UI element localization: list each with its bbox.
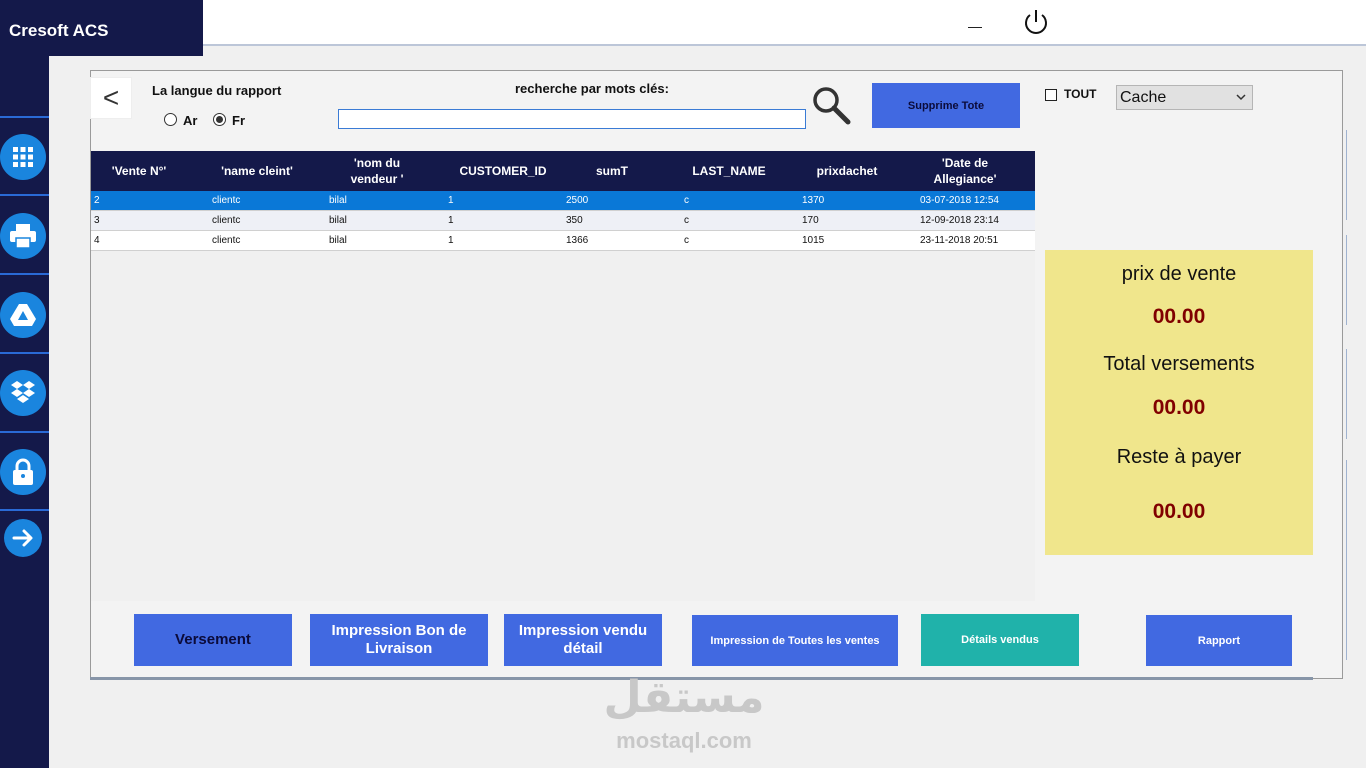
column-header[interactable]: 'nom du vendeur ' (335, 151, 419, 191)
search-input[interactable] (338, 109, 806, 129)
sidebar-divider (0, 273, 49, 275)
sidebar-divider (0, 194, 49, 196)
lang-radio-ar[interactable] (164, 113, 177, 126)
cell-last-name: c (684, 215, 689, 226)
all-checkbox-label: TOUT (1064, 87, 1097, 101)
lock-icon[interactable] (0, 449, 46, 495)
cell-vente: 3 (94, 215, 100, 226)
table-row[interactable]: 2 clientc bilal 1 2500 c 1370 03-07-2018… (91, 191, 1035, 211)
cell-customer-id: 1 (448, 195, 454, 206)
cell-prixdachet: 1370 (802, 195, 825, 206)
dropbox-icon[interactable] (0, 370, 46, 416)
power-icon[interactable] (1020, 6, 1052, 38)
table-row[interactable]: 3 clientc bilal 1 350 c 170 12-09-2018 2… (91, 211, 1035, 231)
apps-grid-icon[interactable] (0, 134, 46, 180)
cell-date: 12-09-2018 23:14 (920, 215, 999, 226)
watermark-arabic: مستقل (603, 672, 765, 723)
cell-last-name: c (684, 235, 689, 246)
cell-client: clientc (212, 195, 241, 206)
details-vendus-button[interactable]: Détails vendus (921, 614, 1079, 666)
cell-vente: 2 (94, 195, 100, 206)
back-button[interactable]: < (90, 77, 132, 119)
cell-date: 03-07-2018 12:54 (920, 195, 999, 206)
sidebar (0, 56, 49, 768)
sidebar-divider (0, 509, 49, 511)
cell-prixdachet: 1015 (802, 235, 825, 246)
cell-vente: 4 (94, 235, 100, 246)
reste-a-payer-value: 00.00 (1152, 500, 1206, 523)
minimize-button[interactable] (968, 18, 982, 28)
summary-panel: prix de vente 00.00 Total versements 00.… (1045, 250, 1313, 555)
cell-sumt: 1366 (566, 235, 589, 246)
cell-prixdachet: 170 (802, 215, 819, 226)
cell-client: clientc (212, 235, 241, 246)
search-label: recherche par mots clés: (515, 81, 669, 96)
cell-sumt: 350 (566, 215, 583, 226)
table-row[interactable]: 4 clientc bilal 1 1366 c 1015 23-11-2018… (91, 231, 1035, 251)
prix-vente-value: 00.00 (1152, 305, 1206, 328)
lang-radio-fr-label: Fr (232, 113, 245, 128)
total-versements-value: 00.00 (1152, 396, 1206, 419)
prix-vente-label: prix de vente (1121, 263, 1237, 285)
cell-date: 23-11-2018 20:51 (920, 235, 999, 246)
sales-table: 'Vente N°' 'name cleint' 'nom du vendeur… (91, 151, 1035, 601)
sidebar-divider (0, 352, 49, 354)
filter-select[interactable]: Cache (1116, 85, 1253, 110)
back-chevron-icon: < (102, 82, 120, 113)
cell-customer-id: 1 (448, 215, 454, 226)
lang-radio-fr[interactable] (213, 113, 226, 126)
arrow-right-icon[interactable] (4, 519, 42, 557)
column-header[interactable]: LAST_NAME (683, 151, 775, 191)
toutes-ventes-button[interactable]: Impression de Toutes les ventes (692, 615, 898, 666)
watermark-latin: mostaql.com (616, 728, 752, 753)
bon-livraison-button[interactable]: Impression Bon de Livraison (310, 614, 488, 666)
all-checkbox[interactable] (1045, 89, 1057, 101)
column-header[interactable]: prixdachet (803, 151, 891, 191)
versement-button[interactable]: Versement (134, 614, 292, 666)
cell-vendeur: bilal (329, 195, 347, 206)
column-header[interactable]: sumT (579, 151, 645, 191)
google-drive-icon[interactable] (0, 292, 46, 338)
language-label: La langue du rapport (152, 83, 282, 98)
column-header[interactable]: CUSTOMER_ID (447, 151, 559, 191)
delete-all-button[interactable]: Supprime Tote (872, 83, 1020, 128)
watermark: مستقل mostaql.com (598, 672, 770, 756)
app-title: Cresoft ACS (0, 0, 203, 56)
sidebar-divider (0, 116, 49, 118)
cell-vendeur: bilal (329, 215, 347, 226)
cell-sumt: 2500 (566, 195, 589, 206)
cell-vendeur: bilal (329, 235, 347, 246)
vendu-detail-button[interactable]: Impression vendu détail (504, 614, 662, 666)
cell-client: clientc (212, 215, 241, 226)
cell-customer-id: 1 (448, 235, 454, 246)
lang-radio-ar-label: Ar (183, 113, 198, 128)
search-icon[interactable] (808, 82, 856, 128)
filter-select-value: Cache (1120, 89, 1167, 106)
reste-a-payer-label: Reste à payer (1116, 446, 1242, 468)
column-header[interactable]: 'name cleint' (207, 151, 307, 191)
rapport-button[interactable]: Rapport (1146, 615, 1292, 666)
cell-last-name: c (684, 195, 689, 206)
chevron-down-icon (1236, 94, 1246, 101)
column-header[interactable]: 'Date de Allegiance' (915, 151, 1015, 191)
table-header: 'Vente N°' 'name cleint' 'nom du vendeur… (91, 151, 1035, 191)
printer-icon[interactable] (0, 213, 46, 259)
total-versements-label: Total versements (1103, 353, 1255, 375)
sidebar-divider (0, 431, 49, 433)
column-header[interactable]: 'Vente N°' (91, 151, 187, 191)
top-bar (203, 0, 1366, 46)
